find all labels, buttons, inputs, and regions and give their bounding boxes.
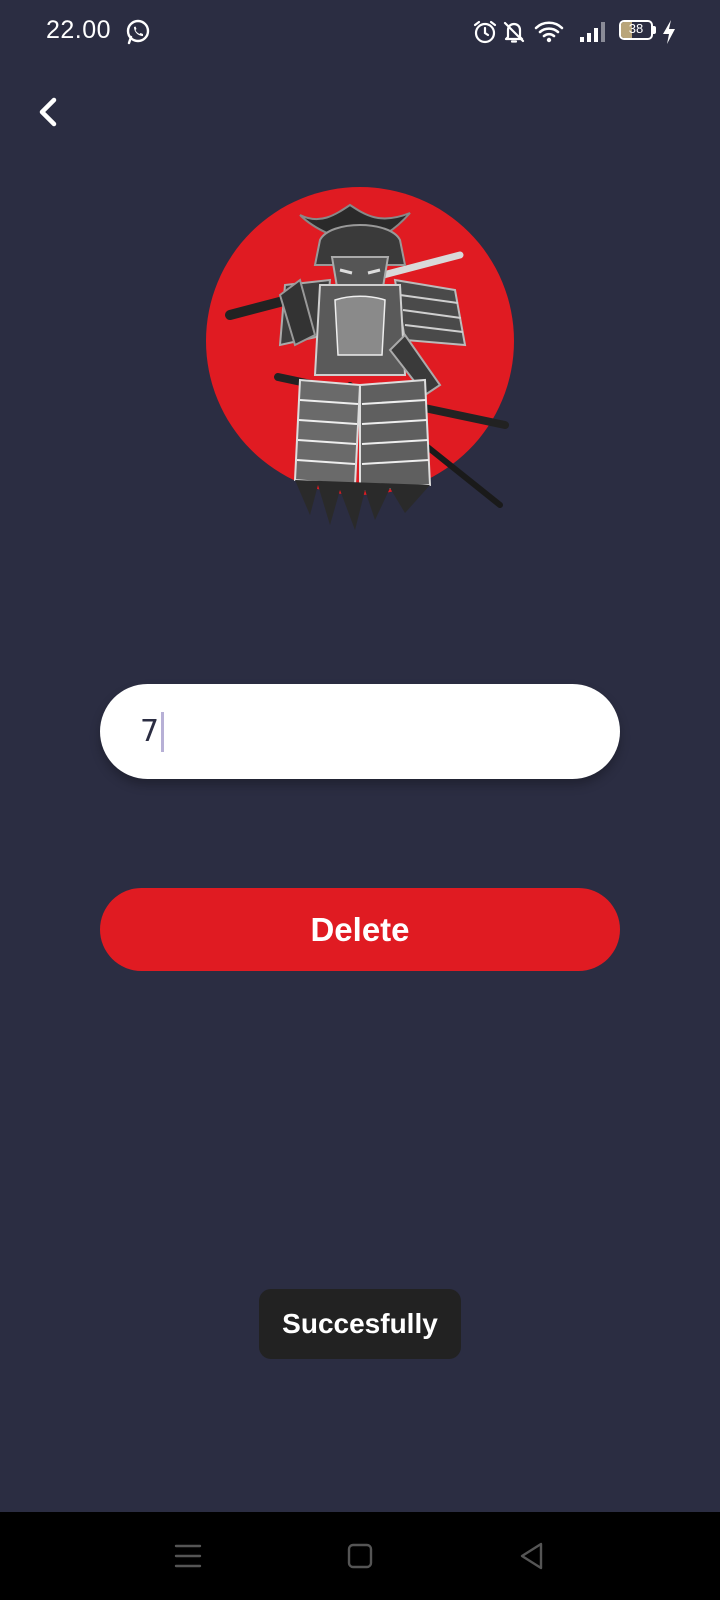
alarm-icon — [473, 20, 497, 44]
battery-level: 38 — [628, 21, 644, 36]
battery-tip — [653, 26, 656, 34]
input-value: 7 — [140, 714, 160, 749]
mute-bell-icon — [503, 21, 525, 43]
whatsapp-icon — [126, 19, 150, 45]
back-triangle-icon[interactable] — [510, 1534, 554, 1578]
menu-icon[interactable] — [166, 1534, 210, 1578]
status-bar: 22.00 38 — [0, 0, 720, 64]
toast-message: Succesfully — [259, 1289, 461, 1359]
back-button[interactable] — [28, 90, 72, 134]
home-icon[interactable] — [338, 1534, 382, 1578]
battery-icon: 38 — [619, 20, 653, 40]
status-time: 22.00 — [46, 16, 112, 44]
screen: 22.00 38 7 Delete Succesfully — [0, 0, 720, 1600]
wifi-icon — [534, 21, 564, 43]
delete-button[interactable]: Delete — [100, 888, 620, 971]
navigation-bar — [0, 1512, 720, 1600]
charging-icon — [663, 20, 675, 44]
number-input[interactable]: 7 — [100, 684, 620, 779]
text-caret — [161, 711, 165, 752]
samurai-illustration — [206, 187, 514, 530]
signal-icon — [580, 22, 605, 42]
